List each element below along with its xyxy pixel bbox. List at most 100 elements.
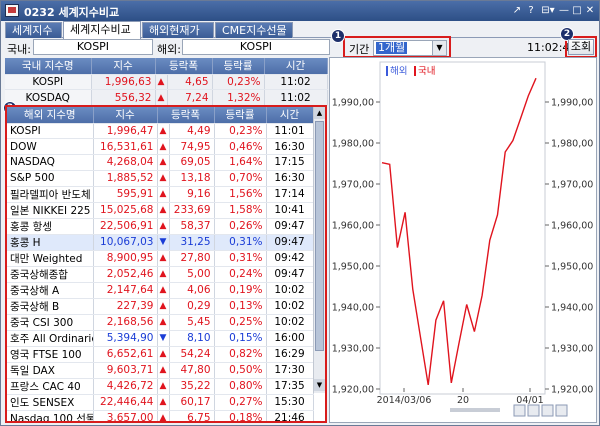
table-row[interactable]: Nasdaq 100 선물 3,657,00 ▲ 6,75 0,18% 21:46	[7, 410, 314, 421]
zoom-out-icon[interactable]	[513, 404, 526, 417]
help-icon[interactable]: ?	[525, 4, 537, 18]
cell-name: 중국상해 B	[7, 298, 94, 315]
table-row[interactable]: 중국상해종합 2,052,46 ▲ 5,00 0,24% 09:47	[7, 266, 314, 283]
cell-change: 60,17	[169, 394, 215, 411]
table-row[interactable]: KOSDAQ 556,32 ▲ 7,24 1,32% 11:02	[5, 89, 328, 107]
legend-label-foreign: 해외	[390, 65, 407, 77]
app-icon	[5, 4, 19, 17]
up-arrow-icon: ▲	[157, 218, 170, 235]
table-row[interactable]: KOSPI 1,996,63 ▲ 4,65 0,23% 11:02	[5, 74, 328, 91]
cell-rate: 0,25%	[214, 314, 267, 331]
up-arrow-icon: ▲	[155, 89, 168, 107]
scroll-down-icon[interactable]: ▼	[314, 379, 325, 391]
table-row[interactable]: 인도 SENSEX 22,446,44 ▲ 60,17 0,27% 15:30	[7, 394, 314, 411]
cell-name: 중국 CSI 300	[7, 314, 94, 331]
cell-index: 10,067,03	[93, 234, 158, 251]
cell-time: 09:47	[266, 266, 314, 283]
title-bar: 0232 세계지수비교 ↗ ? ⊟▾ — □ ✕	[1, 1, 599, 21]
table-row[interactable]: KOSPI 1,996,47 ▲ 4,49 0,23% 11:01	[7, 123, 314, 140]
cell-change: 7,24	[167, 89, 213, 107]
domestic-index-field[interactable]: KOSPI	[33, 39, 153, 55]
cell-time: 10:02	[266, 314, 314, 331]
period-selected: 1개월	[376, 41, 408, 54]
cell-rate: 0,19%	[214, 282, 267, 299]
period-dropdown[interactable]: 1개월 ▼	[373, 40, 447, 56]
cell-rate: 0,18%	[214, 410, 267, 421]
foreign-header-row: 해외 지수명 지수 등락폭 등락률 시간	[7, 107, 314, 124]
table-row[interactable]: 홍콩 항셍 22,506,91 ▲ 58,37 0,26% 09:47	[7, 218, 314, 235]
cell-name: DOW	[7, 138, 94, 156]
comparison-chart: 1,990,00 1,990,00 1,980,00 1,980,00 1,970,00…	[329, 57, 597, 423]
col-foreign-name[interactable]: 해외 지수명	[7, 107, 94, 124]
table-row[interactable]: 영국 FTSE 100 6,652,61 ▲ 54,24 0,82% 16:29	[7, 346, 314, 363]
table-row[interactable]: DOW 16,531,61 ▲ 74,95 0,46% 16:30	[7, 138, 314, 156]
cell-rate: 0,26%	[214, 218, 267, 235]
table-row[interactable]: 프랑스 CAC 40 4,426,72 ▲ 35,22 0,80% 17:35	[7, 378, 314, 395]
cell-rate: 0,70%	[214, 170, 267, 187]
cell-time: 15:30	[266, 394, 314, 411]
table-row[interactable]: 독일 DAX 9,603,71 ▲ 47,80 0,50% 17:30	[7, 362, 314, 379]
col-change[interactable]: 등락폭	[157, 107, 215, 124]
vertical-scrollbar[interactable]: ▲ ▼	[313, 107, 325, 393]
table-row[interactable]: 중국 CSI 300 2,168,56 ▲ 5,45 0,25% 10:02	[7, 314, 314, 331]
cell-rate: 0,24%	[214, 266, 267, 283]
query-button[interactable]: 조회	[568, 39, 594, 55]
cell-index: 3,657,00	[93, 410, 158, 421]
col-index[interactable]: 지수	[91, 58, 156, 75]
chart-settings-icon[interactable]	[555, 404, 568, 417]
table-row[interactable]: 중국상해 A 2,147,64 ▲ 4,06 0,19% 10:02	[7, 282, 314, 299]
scroll-up-icon[interactable]: ▲	[314, 107, 325, 119]
cell-name: 독일 DAX	[7, 362, 94, 379]
domestic-index-table: 국내 지수명 지수 등락폭 등락률 시간 KOSPI 1,996,63 ▲ 4,65 0…	[5, 58, 328, 107]
y-tick-label-left: 1,940,00	[332, 303, 374, 314]
window: 0232 세계지수비교 ↗ ? ⊟▾ — □ ✕ 세계지수 세계지수비교 해외현…	[0, 0, 600, 426]
y-tick-label-left: 1,960,00	[332, 221, 374, 232]
cell-name: 대만 Weighted	[7, 250, 94, 267]
close-button[interactable]: ✕	[584, 4, 596, 18]
cell-change: 0,29	[169, 298, 215, 315]
col-change[interactable]: 등락폭	[155, 58, 213, 75]
tab-world-index-compare[interactable]: 세계지수비교	[63, 21, 141, 39]
table-row[interactable]: 중국상해 B 227,39 ▲ 0,29 0,13% 10:02	[7, 298, 314, 315]
cell-change: 35,22	[169, 378, 215, 395]
y-tick-label-left: 1,930,00	[332, 344, 374, 355]
table-row[interactable]: S&P 500 1,885,52 ▲ 13,18 0,70% 16:30	[7, 170, 314, 187]
col-domestic-name[interactable]: 국내 지수명	[5, 58, 92, 75]
cell-change: 5,45	[169, 314, 215, 331]
zoom-in-icon[interactable]	[541, 404, 554, 417]
table-row[interactable]: NASDAQ 4,268,04 ▲ 69,05 1,64% 17:15	[7, 154, 314, 171]
cell-rate: 0,50%	[214, 362, 267, 379]
pin-icon[interactable]: ↗	[511, 4, 523, 18]
tab-foreign-price[interactable]: 해외현재가	[142, 22, 214, 38]
col-index[interactable]: 지수	[93, 107, 158, 124]
up-arrow-icon: ▲	[157, 266, 170, 283]
cell-change: 27,80	[169, 250, 215, 267]
maximize-button[interactable]: □	[571, 4, 583, 18]
col-rate[interactable]: 등락률	[212, 58, 265, 75]
zoom-reset-icon[interactable]	[527, 404, 540, 417]
y-tick-label-right: 1,960,00	[551, 221, 593, 232]
up-arrow-icon: ▲	[155, 74, 168, 91]
minimize-button[interactable]: —	[558, 4, 570, 18]
cell-change: 4,06	[169, 282, 215, 299]
table-row[interactable]: 필라델피아 반도체 595,91 ▲ 9,16 1,56% 17:14	[7, 186, 314, 203]
col-time[interactable]: 시간	[266, 107, 314, 124]
cell-index: 1,996,47	[93, 123, 158, 140]
foreign-index-field[interactable]: KOSPI	[182, 39, 330, 55]
cell-time: 16:00	[266, 330, 314, 347]
cell-rate: 0,23%	[214, 123, 267, 140]
table-row[interactable]: 홍콩 H 10,067,03 ▼ 31,25 0,31% 09:47	[7, 234, 314, 251]
tab-cme-futures[interactable]: CME지수선물	[215, 22, 293, 38]
y-tick-label-right: 1,930,00	[551, 344, 593, 355]
col-time[interactable]: 시간	[264, 58, 328, 75]
y-tick-label-right: 1,970,00	[551, 180, 593, 191]
chevron-down-icon[interactable]: ▼	[432, 41, 446, 55]
col-rate[interactable]: 등락률	[214, 107, 267, 124]
table-row[interactable]: 대만 Weighted 8,900,95 ▲ 27,80 0,31% 09:42	[7, 250, 314, 267]
table-row[interactable]: 일본 NIKKEI 225 15,025,68 ▲ 233,69 1,58% 10:41	[7, 202, 314, 219]
cell-change: 233,69	[169, 202, 215, 219]
tab-world-index[interactable]: 세계지수	[5, 22, 62, 38]
table-row[interactable]: 호주 All Ordinaries5,394,90▼8,100,15%16:00	[7, 330, 314, 347]
menu-icon[interactable]: ⊟▾	[539, 4, 557, 18]
scroll-thumb[interactable]	[315, 121, 324, 351]
